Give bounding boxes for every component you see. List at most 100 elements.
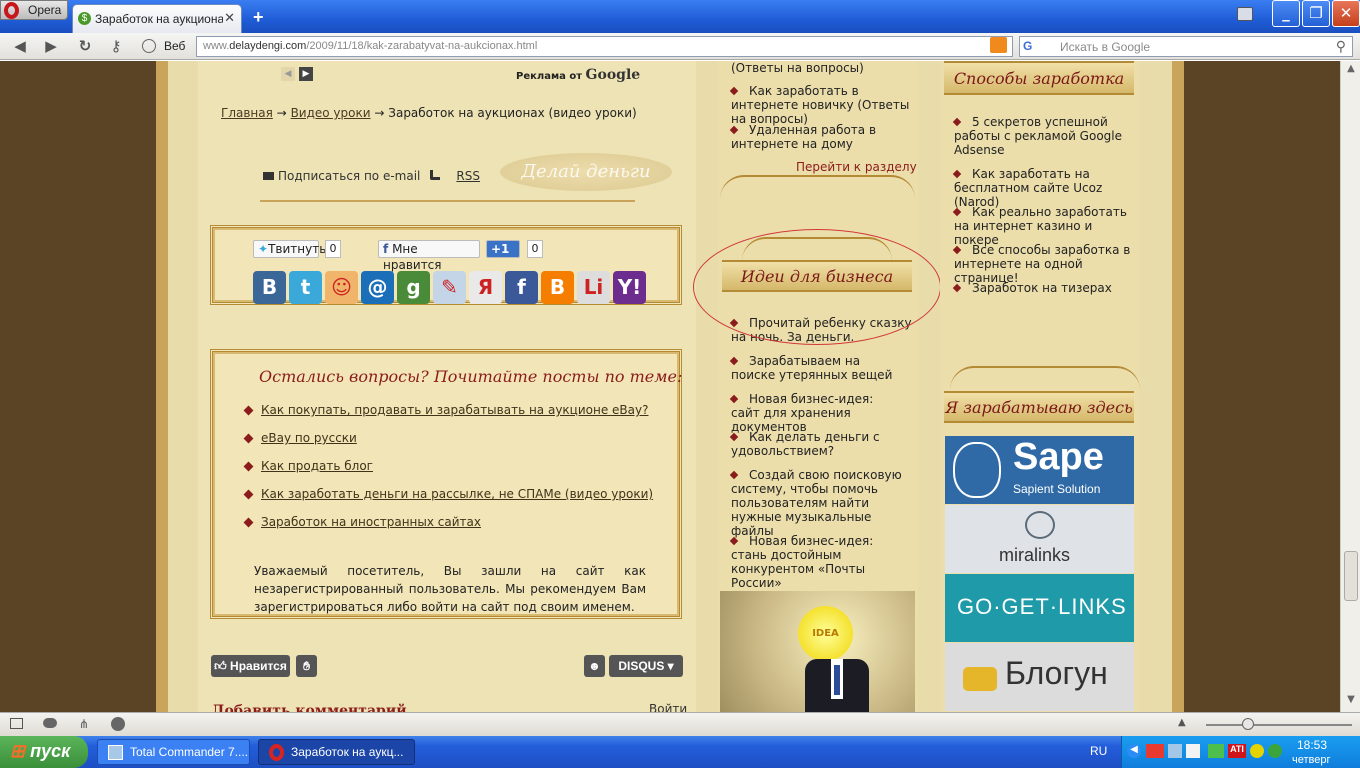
taskbar-item-opera[interactable]: Заработок на аукц... (258, 739, 415, 765)
new-tab-button[interactable]: + (253, 7, 264, 28)
mailru-icon[interactable]: @ (361, 271, 394, 304)
goto-section-link[interactable]: Перейти к разделу (796, 160, 917, 174)
registration-notice: Уважаемый посетитель, Вы зашли на сайт к… (254, 564, 646, 614)
trash-icon[interactable] (1237, 7, 1253, 21)
related-link[interactable]: Как покупать, продавать и зарабатывать н… (261, 403, 648, 417)
ways-link[interactable]: Все способы заработка в интернете на одн… (952, 243, 1139, 285)
idea-link[interactable]: Новая бизнес-идея: стань достойным конку… (729, 534, 906, 590)
start-button[interactable]: ⊞ пуск (0, 736, 88, 768)
ati-icon[interactable]: ATI (1228, 744, 1246, 758)
like-button[interactable]: 👍︎ Нравится (211, 655, 290, 677)
google-ads-label[interactable]: Реклама от Google (516, 67, 640, 83)
breadcrumb-section[interactable]: Видео уроки (291, 106, 371, 120)
related-link[interactable]: eBay по русски (261, 431, 357, 445)
network-icon[interactable] (1168, 744, 1182, 758)
next-ad-icon[interactable]: ▶ (299, 67, 313, 81)
taskbar-item-total-commander[interactable]: Total Commander 7.... (97, 739, 250, 765)
ways-link[interactable]: 5 секретов успешной работы с рекламой Go… (952, 115, 1129, 157)
google-icon[interactable]: g (397, 271, 430, 304)
livejournal-icon[interactable]: ✎ (433, 271, 466, 304)
yahoo-icon[interactable]: Y! (613, 271, 646, 304)
facebook-icon[interactable]: f (505, 271, 538, 304)
plus-one-button[interactable]: +1 (486, 240, 520, 258)
rss-link[interactable]: RSS (456, 169, 480, 183)
twitter-icon[interactable]: t (289, 271, 322, 304)
tab-active[interactable]: $ Заработок на аукциона... ✕ (72, 4, 242, 33)
maximize-button[interactable]: ❐ (1302, 0, 1330, 27)
web-button[interactable]: Веб (139, 36, 196, 57)
liveinternet-icon[interactable]: Li (577, 271, 610, 304)
idea-link[interactable]: Как делать деньги с удовольствием? (729, 430, 881, 458)
plus-one-count: 0 (527, 240, 543, 258)
dislike-icon[interactable]: ✋︎ (296, 655, 317, 677)
speed-dial-icon[interactable] (111, 717, 125, 731)
volume-icon[interactable] (1186, 744, 1200, 758)
share-nodes-icon[interactable]: ⋔ (79, 717, 89, 731)
tab-close-icon[interactable]: ✕ (224, 10, 235, 26)
forward-icon[interactable]: ▶ (41, 36, 61, 56)
miralinks-banner[interactable]: miralinks (945, 505, 1134, 573)
idea-link[interactable]: Зарабатываем на поиске утерянных вещей (729, 354, 901, 382)
minimize-button[interactable]: _ (1272, 0, 1300, 27)
odnoklassniki-icon[interactable]: ☺ (325, 271, 358, 304)
ways-link[interactable]: Как заработать на бесплатном сайте Ucoz … (952, 167, 1139, 209)
ways-link[interactable]: Как реально заработать на интернет казин… (952, 205, 1134, 247)
side-link[interactable]: Удаленная работа в интернете на дому (729, 123, 891, 151)
scroll-up-icon[interactable]: ▲ (1343, 63, 1359, 79)
search-icon[interactable]: ⚲ (1336, 38, 1346, 55)
google-engine-icon[interactable]: G (1023, 39, 1049, 54)
panel-toggle-icon[interactable] (10, 718, 23, 729)
globe-icon (142, 39, 156, 53)
cloud-icon[interactable] (43, 718, 57, 728)
facebook-like-button[interactable]: f Мне нравится (378, 240, 480, 272)
zoom-slider[interactable] (1206, 724, 1352, 726)
close-button[interactable]: ✕ (1332, 0, 1360, 27)
prev-ad-icon[interactable]: ◀ (281, 67, 295, 81)
bullet-icon (243, 461, 254, 472)
idea-link[interactable]: Создай свою поисковую систему, чтобы пом… (729, 468, 909, 538)
tray-app-icon[interactable] (1146, 744, 1164, 758)
gogetlinks-banner[interactable]: GO·GET·LINKS (945, 574, 1134, 642)
side-link[interactable]: (Ответы на вопросы) (731, 61, 913, 75)
updater-icon[interactable] (1268, 744, 1282, 758)
blogun-banner[interactable]: Блогун (945, 643, 1134, 711)
related-link[interactable]: Заработок на иностранных сайтах (261, 515, 481, 529)
disqus-button[interactable]: DISQUS ▾ (609, 655, 683, 677)
reload-icon[interactable]: ↻ (75, 36, 95, 56)
windows-logo-icon: ⊞ (10, 741, 26, 761)
site-logo-watermark: Делай деньги (500, 153, 672, 191)
subscribe-email-link[interactable]: Подписаться по e-mail (278, 169, 420, 183)
antivirus-icon[interactable] (1208, 744, 1224, 758)
language-indicator[interactable]: RU (1090, 736, 1120, 768)
tray-expand-icon[interactable]: ◀ (1127, 744, 1141, 758)
key-icon[interactable]: ⚷ (106, 36, 126, 56)
login-link[interactable]: Войти (649, 702, 687, 712)
yandex-icon[interactable]: Я (469, 271, 502, 304)
yandex-tray-icon[interactable] (1250, 744, 1264, 758)
idea-link[interactable]: Новая бизнес-идея: сайт для хранения док… (729, 392, 901, 434)
breadcrumb-home[interactable]: Главная (221, 106, 273, 120)
sape-banner[interactable]: Sape Sapient Solution (945, 436, 1134, 504)
zoom-out-icon[interactable]: ▲ (1178, 717, 1186, 728)
scroll-thumb[interactable] (1344, 551, 1358, 601)
tweet-button[interactable]: ✦Твитнуть (253, 240, 326, 258)
speech-bubble-icon (963, 667, 997, 691)
opera-icon (269, 744, 284, 761)
address-field[interactable]: www.delaydengi.com/2009/11/18/kak-zaraba… (196, 36, 1013, 57)
rss-feed-icon[interactable] (990, 37, 1007, 53)
vkontakte-icon[interactable]: B (253, 271, 286, 304)
related-link[interactable]: Как заработать деньги на рассылке, не СП… (261, 487, 653, 501)
related-link[interactable]: Как продать блог (261, 459, 373, 473)
vertical-scrollbar[interactable]: ▲ ▼ (1340, 61, 1360, 712)
search-input[interactable]: G Искать в Google ⚲ (1019, 36, 1353, 57)
scroll-down-icon[interactable]: ▼ (1343, 694, 1359, 710)
back-icon[interactable]: ◀ (10, 36, 30, 56)
user-icon[interactable]: ☻ (584, 655, 605, 677)
clock-time[interactable]: 18:53 (1297, 738, 1327, 752)
bullet-icon (243, 489, 254, 500)
opera-menu-button[interactable]: Opera (0, 0, 68, 20)
blogger-icon[interactable]: B (541, 271, 574, 304)
ways-link[interactable]: Заработок на тизерах (952, 281, 1134, 295)
zoom-slider-thumb[interactable] (1242, 718, 1254, 730)
side-link[interactable]: Как заработать в интернете новичку (Отве… (729, 84, 911, 126)
